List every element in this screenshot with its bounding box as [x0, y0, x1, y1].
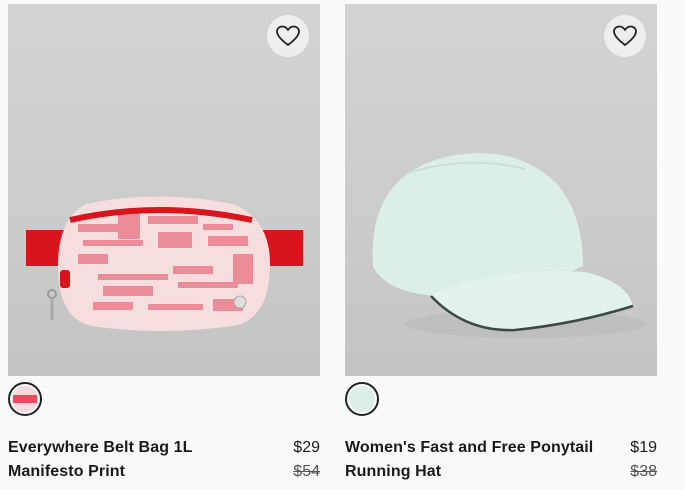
product-image[interactable]: [8, 4, 320, 376]
product-card[interactable]: Women's Fast and Free Ponytail Running H…: [345, 4, 657, 480]
product-card[interactable]: Everywhere Belt Bag 1L Manifesto Print $…: [8, 4, 320, 480]
sale-price: $29: [293, 439, 320, 456]
original-price: $38: [630, 463, 657, 480]
swatch-color: [349, 386, 375, 412]
color-swatch[interactable]: [8, 382, 42, 416]
running-hat-image: [372, 153, 645, 338]
product-price: $19 $38: [630, 436, 657, 484]
heart-outline-icon: [613, 25, 637, 47]
heart-outline-icon: [276, 25, 300, 47]
favorite-button[interactable]: [604, 15, 646, 57]
belt-bag-image: [26, 196, 303, 331]
swatch-color: [12, 386, 38, 412]
product-name[interactable]: Everywhere Belt Bag 1L Manifesto Print: [8, 436, 258, 484]
original-price: $54: [293, 463, 320, 480]
color-swatch[interactable]: [345, 382, 379, 416]
product-image[interactable]: [345, 4, 657, 376]
sale-price: $19: [630, 439, 657, 456]
favorite-button[interactable]: [267, 15, 309, 57]
product-price: $29 $54: [293, 436, 320, 484]
product-name[interactable]: Women's Fast and Free Ponytail Running H…: [345, 436, 595, 484]
